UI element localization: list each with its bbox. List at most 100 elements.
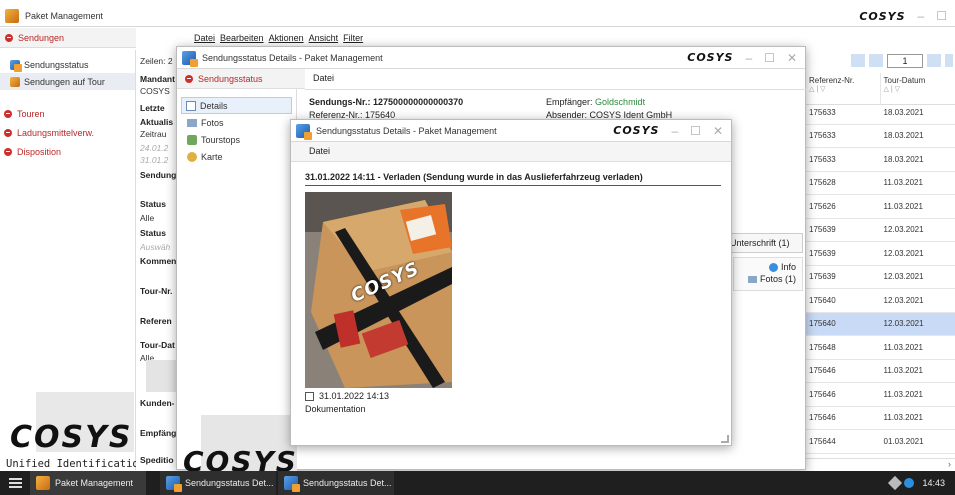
package-photo[interactable]: COSYS xyxy=(305,192,452,388)
photo-checkbox[interactable] xyxy=(305,391,314,401)
details-icon xyxy=(186,100,196,111)
resize-grip-icon[interactable] xyxy=(721,435,729,443)
maximize-icon[interactable]: ☐ xyxy=(764,51,775,65)
sidebar-item-touren[interactable]: Touren xyxy=(0,104,135,123)
col-referenz[interactable]: Referenz-Nr. △ | ▽ xyxy=(806,73,881,104)
info-icon xyxy=(768,263,778,273)
table-row[interactable]: 175633 18.03.2021 xyxy=(806,101,955,125)
table-cell: 175640 xyxy=(809,319,836,329)
taskbar: Paket Management Sendungsstatus Det... S… xyxy=(0,471,955,495)
photo-brand-logo: COSYS xyxy=(613,124,660,137)
table-cell: 175626 xyxy=(809,201,836,211)
first-page-icon[interactable] xyxy=(851,54,865,67)
filter-grey-block xyxy=(146,360,176,392)
table-cell: 175646 xyxy=(809,366,836,376)
table-row[interactable]: 175633 18.03.2021 xyxy=(806,148,955,172)
table-cell: 175639 xyxy=(809,272,836,282)
sidebar-item-disposition[interactable]: Disposition xyxy=(0,142,135,161)
grid-scrollbar[interactable]: › xyxy=(806,458,955,470)
table-row[interactable]: 175646 11.03.2021 xyxy=(806,383,955,407)
start-menu-icon[interactable] xyxy=(0,471,30,495)
empfaenger-label: Empfänger: xyxy=(546,97,593,107)
filter-row: 31.01.2 xyxy=(140,155,169,165)
filter-row: Tour-Dat xyxy=(140,340,175,350)
photo-menu-datei[interactable]: Datei xyxy=(291,142,731,162)
table-row[interactable]: 175640 12.03.2021 xyxy=(806,289,955,313)
table-row[interactable]: 175633 18.03.2021 xyxy=(806,125,955,148)
filter-row: Aktualis xyxy=(140,117,174,127)
tab-sendungen[interactable]: Sendungen xyxy=(0,28,136,48)
minimize-icon[interactable]: – xyxy=(745,51,752,65)
taskbar-item-paket-management[interactable]: Paket Management xyxy=(30,471,146,495)
prev-page-icon[interactable] xyxy=(869,54,883,67)
sidebar-item-sendungen-auf-tour[interactable]: Sendungen auf Tour xyxy=(0,73,135,90)
maximize-icon[interactable]: ☐ xyxy=(690,124,701,138)
table-row[interactable]: 175639 12.03.2021 xyxy=(806,219,955,242)
menu-ansicht[interactable]: Ansicht xyxy=(309,33,339,43)
photo-label: Dokumentation xyxy=(305,404,366,414)
main-window-title: Paket Management xyxy=(25,11,104,21)
sidebar-item-ladungsmittelverw[interactable]: Ladungsmittelverw. xyxy=(0,123,135,142)
photo-icon xyxy=(187,118,197,127)
maximize-icon[interactable]: ☐ xyxy=(936,9,947,23)
table-row[interactable]: 175639 12.03.2021 xyxy=(806,242,955,266)
table-row[interactable]: 175646 11.03.2021 xyxy=(806,407,955,430)
cosys-logo: COSYS xyxy=(10,420,133,455)
filter-row: Mandant xyxy=(140,74,175,84)
photo-icon xyxy=(747,276,757,284)
nav-fotos[interactable]: Fotos xyxy=(177,114,296,131)
address-info: Empfänger: Goldschmidt Absender: COSYS I… xyxy=(546,97,672,120)
taskbar-item-sendungsstatus-2[interactable]: Sendungsstatus Det... xyxy=(278,471,394,495)
zeilen-label: Zeilen: 2 xyxy=(140,56,173,66)
table-row[interactable]: 175639 12.03.2021 xyxy=(806,266,955,289)
table-cell: 175639 xyxy=(809,225,836,235)
details-menu-datei[interactable]: Datei xyxy=(313,73,334,83)
details-title-bar[interactable]: Sendungsstatus Details - Paket Managemen… xyxy=(177,47,805,69)
table-row[interactable]: 175628 11.03.2021 xyxy=(806,172,955,195)
table-row[interactable]: 175648 11.03.2021 xyxy=(806,336,955,360)
scroll-right-icon[interactable]: › xyxy=(948,459,951,470)
table-row[interactable]: 175626 11.03.2021 xyxy=(806,195,955,219)
page-number-input[interactable]: 1 xyxy=(887,53,923,68)
menu-bearbeiten[interactable]: Bearbeiten xyxy=(220,33,264,43)
app-icon xyxy=(166,476,182,492)
taskbar-item-label: Sendungsstatus Det... xyxy=(185,478,274,488)
table-row[interactable]: 175644 01.03.2021 xyxy=(806,430,955,454)
nav-details[interactable]: Details xyxy=(181,97,292,114)
filter-row: Zeitrau xyxy=(140,129,167,139)
sidebar-item-sendungsstatus[interactable]: Sendungsstatus xyxy=(0,56,135,73)
main-menubar: Datei Bearbeiten Aktionen Ansicht Filter xyxy=(186,33,363,43)
minimize-icon[interactable]: – xyxy=(918,9,925,23)
last-page-icon[interactable] xyxy=(945,54,953,67)
close-icon[interactable]: ✕ xyxy=(713,124,723,138)
menu-filter[interactable]: Filter xyxy=(343,33,363,43)
tab-sendungsstatus[interactable]: Sendungsstatus xyxy=(177,69,305,89)
info-button[interactable]: Info xyxy=(734,258,802,273)
sendung-info: Sendungs-Nr.: 127500000000000370 Referen… xyxy=(309,97,463,120)
main-title-bar[interactable]: Paket Management COSYS – ☐ xyxy=(0,6,955,27)
sidebar-item-label: Touren xyxy=(17,108,45,119)
menu-aktionen[interactable]: Aktionen xyxy=(269,33,304,43)
photo-title-bar[interactable]: Sendungsstatus Details - Paket Managemen… xyxy=(291,120,731,142)
taskbar-item-label: Sendungsstatus Det... xyxy=(303,478,392,488)
nav-tourstops[interactable]: Tourstops xyxy=(177,131,296,148)
table-cell: 175633 xyxy=(809,154,836,164)
next-page-icon[interactable] xyxy=(927,54,941,67)
table-row[interactable]: 175640 12.03.2021 xyxy=(806,312,955,336)
table-row[interactable]: 175646 11.03.2021 xyxy=(806,360,955,383)
table-cell: 12.03.2021 xyxy=(883,319,924,329)
status-tray-icon[interactable] xyxy=(904,478,915,488)
network-icon[interactable] xyxy=(888,475,903,491)
taskbar-item-sendungsstatus-1[interactable]: Sendungsstatus Det... xyxy=(160,471,276,495)
details-nav: Details Fotos Tourstops Karte xyxy=(177,89,297,471)
photo-app-icon xyxy=(296,123,312,140)
close-icon[interactable]: ✕ xyxy=(787,51,797,65)
menu-datei[interactable]: Datei xyxy=(194,33,215,43)
empfaenger-link[interactable]: Goldschmidt xyxy=(595,97,645,107)
minimize-icon[interactable]: – xyxy=(671,124,678,138)
unterschrift-button[interactable]: Unterschrift (1) xyxy=(725,233,803,253)
fotos-button[interactable]: Fotos (1) xyxy=(734,272,802,284)
nav-karte[interactable]: Karte xyxy=(177,148,296,165)
col-tour-datum[interactable]: Tour-Datum △ | ▽ xyxy=(881,73,955,104)
details-window-title: Sendungsstatus Details - Paket Managemen… xyxy=(202,52,383,63)
